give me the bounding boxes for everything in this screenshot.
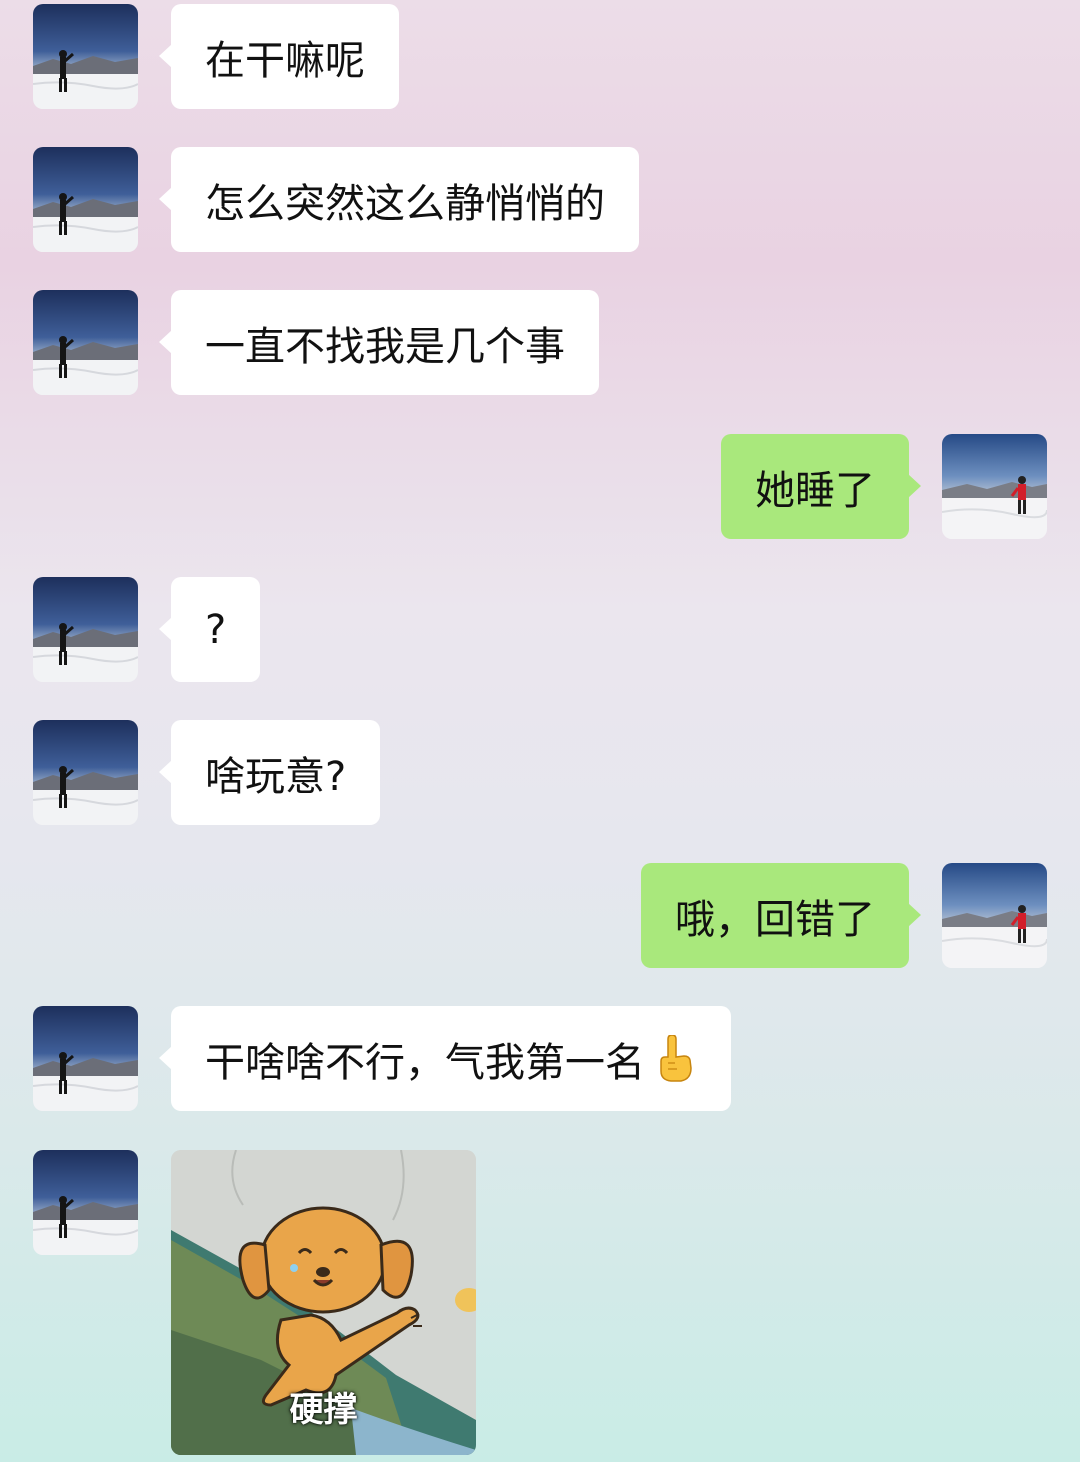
contact-avatar[interactable] xyxy=(33,720,138,825)
contact-avatar[interactable] xyxy=(33,577,138,682)
contact-avatar[interactable] xyxy=(33,290,138,395)
message-bubble-incoming[interactable]: 干啥啥不行，气我第一名 xyxy=(159,1006,731,1111)
message-row-incoming: 硬撑 xyxy=(0,1150,1080,1456)
message-row-outgoing: 她睡了 xyxy=(0,434,1080,540)
message-bubble-outgoing[interactable]: 她睡了 xyxy=(721,434,921,539)
chat-area: 在干嘛呢 怎么突然这么静悄悄的 一直不找我是几个事 她睡了 ? 啥玩意? 哦，回… xyxy=(0,0,1080,1462)
message-bubble-incoming[interactable]: 啥玩意? xyxy=(158,720,381,825)
contact-avatar[interactable] xyxy=(33,1006,138,1111)
message-row-outgoing: 哦，回错了 xyxy=(0,863,1080,969)
message-row-incoming: 干啥啥不行，气我第一名 xyxy=(0,1006,1080,1112)
message-row-incoming: ? xyxy=(0,577,1080,683)
my-avatar[interactable] xyxy=(942,863,1047,968)
sticker-caption: 硬撑 xyxy=(289,1390,358,1430)
index-finger-up-icon xyxy=(653,1033,697,1083)
contact-avatar[interactable] xyxy=(33,4,138,109)
contact-avatar[interactable] xyxy=(33,1150,138,1255)
message-row-incoming: 怎么突然这么静悄悄的 xyxy=(0,147,1080,253)
message-row-incoming: 在干嘛呢 xyxy=(0,4,1080,110)
message-bubble-outgoing[interactable]: 哦，回错了 xyxy=(641,863,921,968)
waving-dog-sticker[interactable]: 硬撑 xyxy=(171,1150,476,1455)
message-bubble-incoming[interactable]: 在干嘛呢 xyxy=(159,4,399,109)
contact-avatar[interactable] xyxy=(33,147,138,252)
message-bubble-incoming[interactable]: 一直不找我是几个事 xyxy=(159,290,599,395)
my-avatar[interactable] xyxy=(942,434,1047,539)
message-bubble-incoming[interactable]: 怎么突然这么静悄悄的 xyxy=(159,147,639,252)
message-row-incoming: 一直不找我是几个事 xyxy=(0,290,1080,396)
message-row-incoming: 啥玩意? xyxy=(0,720,1080,826)
message-bubble-incoming[interactable]: ? xyxy=(158,577,261,682)
message-text: 干啥啥不行，气我第一名 xyxy=(205,1039,645,1086)
